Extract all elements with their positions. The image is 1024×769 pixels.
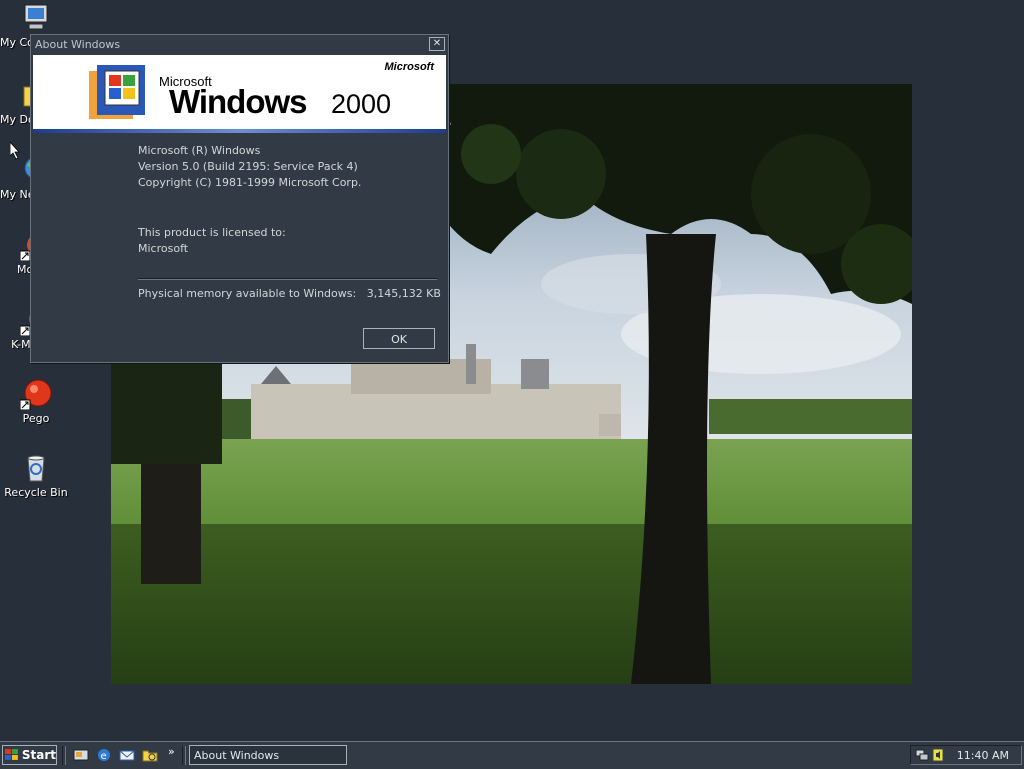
- windows-wordmark: Windows: [169, 83, 308, 120]
- product-name-line: Microsoft (R) Windows: [138, 144, 261, 157]
- show-desktop-icon[interactable]: [73, 747, 89, 763]
- close-button[interactable]: ✕: [429, 37, 445, 51]
- task-separator: [182, 746, 186, 765]
- mouse-cursor-icon: [10, 142, 20, 160]
- banner-stripe: [33, 129, 446, 133]
- memory-info: Physical memory available to Windows: 3,…: [138, 286, 441, 302]
- quick-launch-more-button[interactable]: »: [168, 745, 175, 758]
- network-icon[interactable]: [915, 748, 929, 762]
- windows-flag-icon: [5, 749, 18, 760]
- dialog-titlebar[interactable]: About Windows ✕: [31, 35, 448, 53]
- volume-icon[interactable]: [931, 748, 945, 762]
- start-label: Start: [21, 748, 56, 762]
- dialog-title: About Windows: [35, 37, 121, 51]
- desktop-icon-label: Recycle Bin: [4, 486, 68, 499]
- license-info: This product is licensed to: Microsoft: [138, 225, 286, 257]
- quick-launch-separator: [62, 746, 66, 765]
- version-wordmark: 2000: [331, 89, 392, 119]
- licensed-to-value: Microsoft: [138, 242, 189, 255]
- start-button[interactable]: Start: [2, 745, 57, 765]
- pego-icon: [19, 378, 52, 411]
- separator: [138, 278, 437, 280]
- close-icon: ✕: [432, 38, 442, 49]
- taskbar: Start e » About Windows 11:40 AM: [0, 741, 1024, 769]
- microsoft-logo-text: Microsoft: [384, 61, 435, 73]
- task-button-label: About Windows: [194, 749, 280, 762]
- ok-button[interactable]: OK: [363, 328, 435, 349]
- windows-explorer-icon[interactable]: [142, 747, 158, 763]
- desktop-icon-label: Pego: [22, 412, 50, 425]
- outlook-express-icon[interactable]: [119, 747, 135, 763]
- licensed-label: This product is licensed to:: [138, 226, 286, 239]
- system-tray: 11:40 AM: [910, 745, 1022, 765]
- desktop-icon-recycle-bin[interactable]: Recycle Bin: [0, 452, 72, 499]
- svg-text:e: e: [101, 751, 107, 762]
- windows-2000-banner: Microsoft Microsoft Windows 2000: [33, 55, 446, 129]
- memory-value: 3,145,132 KB: [366, 287, 441, 300]
- memory-label: Physical memory available to Windows:: [138, 287, 357, 300]
- windows-logo-icon: [89, 65, 145, 119]
- product-info: Microsoft (R) Windows Version 5.0 (Build…: [138, 143, 361, 191]
- internet-explorer-icon[interactable]: e: [96, 747, 112, 763]
- task-button-about-windows[interactable]: About Windows: [189, 745, 347, 765]
- computer-icon: [20, 2, 52, 34]
- taskbar-clock[interactable]: 11:40 AM: [957, 749, 1009, 762]
- recycle-bin-icon: [20, 452, 52, 484]
- version-line: Version 5.0 (Build 2195: Service Pack 4): [138, 160, 358, 173]
- copyright-line: Copyright (C) 1981-1999 Microsoft Corp.: [138, 176, 362, 189]
- desktop-icon-pego[interactable]: Pego: [0, 378, 72, 425]
- about-windows-dialog: About Windows ✕ Microsoft Microsoft Wind…: [30, 34, 449, 363]
- ok-button-label: OK: [391, 333, 407, 346]
